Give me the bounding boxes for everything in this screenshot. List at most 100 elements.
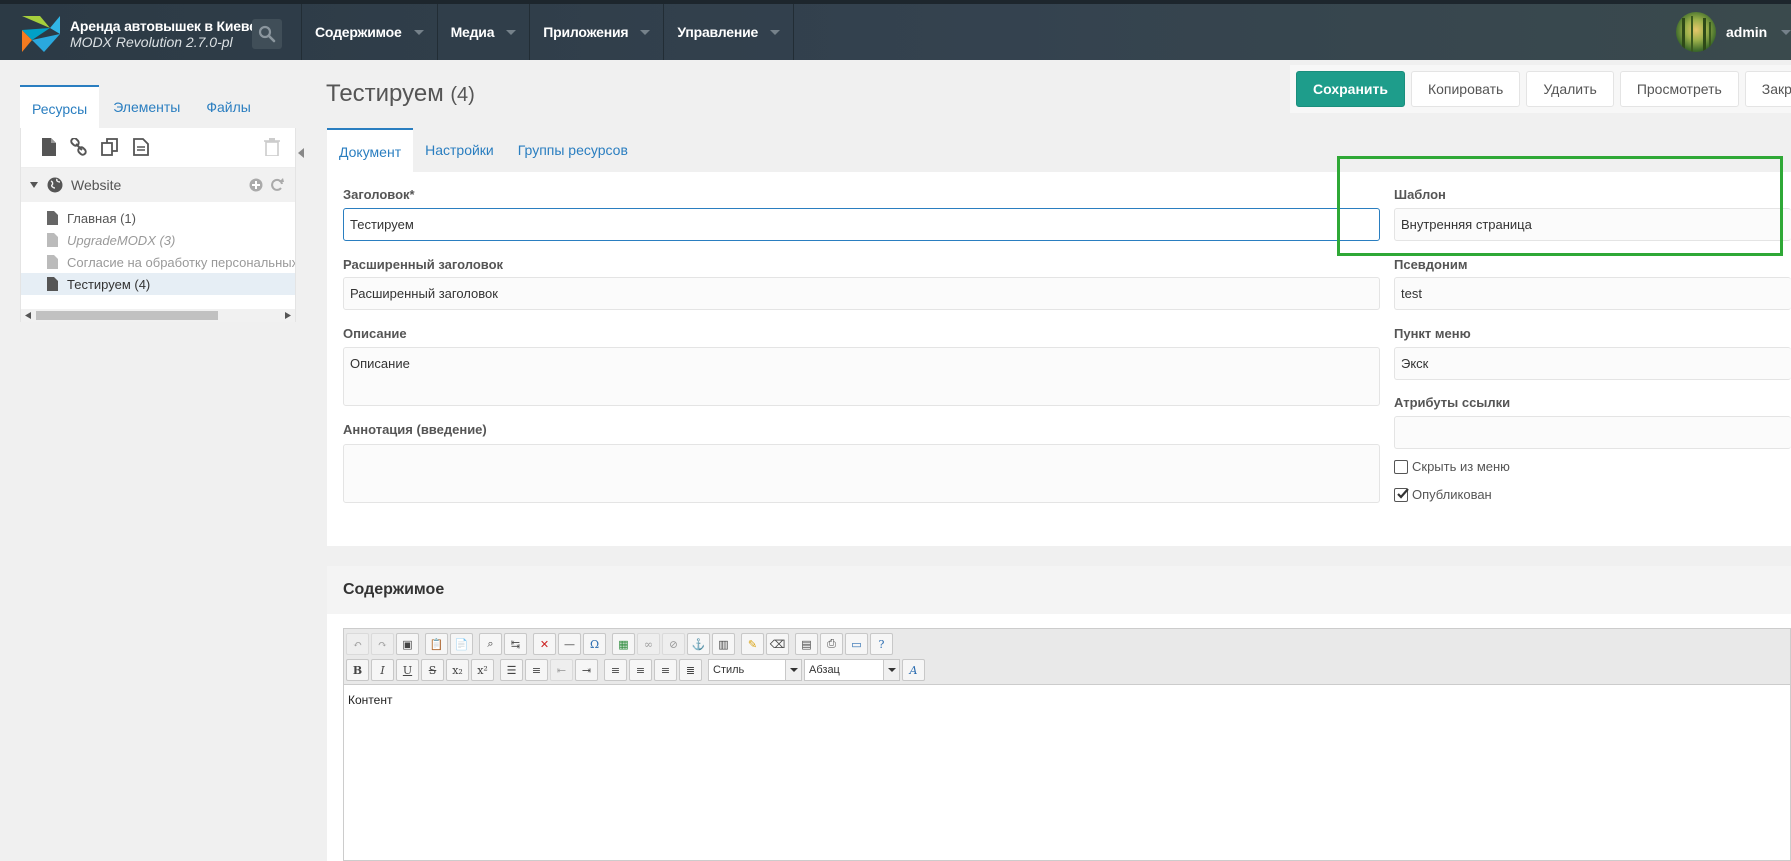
indent-icon[interactable]: ⇥ <box>575 659 598 681</box>
checkbox-box[interactable] <box>1394 459 1408 474</box>
tree-item-home[interactable]: Главная (1) <box>21 207 295 229</box>
eraser-icon[interactable]: ⌫ <box>766 633 789 655</box>
horizontal-rule-icon[interactable]: — <box>558 633 581 655</box>
tab-settings[interactable]: Настройки <box>413 128 506 172</box>
weblink-icon[interactable] <box>70 138 88 156</box>
delete-button[interactable]: Удалить <box>1526 71 1614 107</box>
unlink-icon[interactable]: ⊘ <box>662 633 685 655</box>
html-source-icon[interactable]: ▭ <box>845 633 868 655</box>
superscript-icon[interactable]: x² <box>471 659 494 681</box>
modx-logo-icon[interactable] <box>20 14 62 54</box>
select-all-icon[interactable]: ▣ <box>396 633 419 655</box>
template-icon[interactable]: ▤ <box>795 633 818 655</box>
tab-resources[interactable]: Ресурсы <box>20 85 100 128</box>
tab-resource-groups[interactable]: Группы ресурсов <box>506 128 640 172</box>
collapse-tree-icon[interactable] <box>296 146 306 160</box>
special-char-icon[interactable]: Ω <box>583 633 606 655</box>
view-button[interactable]: Просмотреть <box>1619 71 1739 107</box>
tree-item-testiruem[interactable]: Тестируем (4) <box>21 273 295 295</box>
modx-version: MODX Revolution 2.7.0-pl <box>70 34 233 50</box>
align-right-icon[interactable]: ≡ <box>654 659 677 681</box>
document-icon <box>47 255 58 269</box>
link-attributes-input[interactable] <box>1394 416 1791 449</box>
action-buttons: Сохранить Копировать Удалить Просмотреть… <box>1290 65 1791 113</box>
chevron-down-icon[interactable] <box>883 660 899 680</box>
cleanup-icon[interactable]: ✕ <box>533 633 556 655</box>
resource-tree-panel: Ресурсы Элементы Файлы Website Главная (… <box>20 85 296 322</box>
menu-apps[interactable]: Приложения <box>529 4 663 60</box>
editor-content[interactable]: Контент <box>344 685 1790 715</box>
style-select-value: Стиль <box>713 664 745 676</box>
help-icon[interactable]: ? <box>870 633 893 655</box>
bold-icon[interactable]: B <box>346 659 369 681</box>
style-brush-icon[interactable]: ✎ <box>741 633 764 655</box>
hidemenu-checkbox[interactable]: Скрыть из меню <box>1394 459 1510 474</box>
format-select[interactable]: Абзац <box>804 659 900 681</box>
tab-document[interactable]: Документ <box>327 128 414 172</box>
subscript-icon[interactable]: x₂ <box>446 659 469 681</box>
outdent-icon[interactable]: ⇤ <box>550 659 573 681</box>
link-icon[interactable]: ∞ <box>637 633 660 655</box>
new-document-icon[interactable] <box>41 138 57 156</box>
paste-word-icon[interactable]: 📄 <box>450 633 473 655</box>
tree-horizontal-scrollbar[interactable] <box>21 309 295 322</box>
menu-media[interactable]: Медиа <box>436 4 530 60</box>
scroll-right-icon[interactable] <box>285 312 291 319</box>
trash-icon[interactable] <box>264 138 280 156</box>
menu-apps-label: Приложения <box>543 24 629 40</box>
menu-content[interactable]: Содержимое <box>301 4 437 60</box>
align-center-icon[interactable]: ≡ <box>629 659 652 681</box>
search-button[interactable] <box>252 19 282 49</box>
italic-icon[interactable]: I <box>371 659 394 681</box>
bullet-list-icon[interactable]: ☰ <box>500 659 523 681</box>
longtitle-input[interactable]: Расширенный заголовок <box>343 277 1380 310</box>
site-title-block[interactable]: Аренда автовышек в Киеве MODX Revolution… <box>70 18 257 50</box>
chevron-down-icon[interactable] <box>785 660 801 680</box>
strikethrough-icon[interactable]: S <box>421 659 444 681</box>
close-button[interactable]: Закрыть <box>1744 71 1791 107</box>
align-justify-icon[interactable]: ≣ <box>679 659 702 681</box>
image-icon[interactable]: ▦ <box>612 633 635 655</box>
print-icon[interactable]: ⎙ <box>820 633 843 655</box>
scrollbar-thumb[interactable] <box>36 311 218 320</box>
menu-manage[interactable]: Управление <box>663 4 795 60</box>
checkbox-box[interactable] <box>1394 487 1409 502</box>
anchor-icon[interactable]: ⚓ <box>687 633 710 655</box>
refresh-icon[interactable] <box>270 178 284 192</box>
tree-root-website[interactable]: Website <box>21 168 295 202</box>
title-input[interactable]: Тестируем <box>343 208 1380 241</box>
search-replace-icon[interactable]: ⌕ <box>479 633 502 655</box>
editor-toolbar-row-1: ↶ ↷ ▣ 📋 📄 ⌕ ↹ ✕ — Ω ▦ ∞ ⊘ ⚓ ▥ ✎ ⌫ ▤ ⎙ ▭ … <box>346 632 895 656</box>
document-icon <box>47 233 58 247</box>
tree-item-label: UpgradeMODX (3) <box>67 232 176 248</box>
page-title-id: (4) <box>450 84 475 106</box>
tab-elements[interactable]: Элементы <box>101 85 192 128</box>
style-select[interactable]: Стиль <box>708 659 802 681</box>
alias-input[interactable]: test <box>1394 277 1791 310</box>
menutitle-input[interactable]: Экск <box>1394 347 1791 380</box>
page-title: Тестируем (4) <box>326 80 475 108</box>
static-resource-icon[interactable] <box>133 138 149 156</box>
save-button[interactable]: Сохранить <box>1296 71 1405 107</box>
numbered-list-icon[interactable]: ≡ <box>525 659 548 681</box>
tree-item-upgrademodx[interactable]: UpgradeMODX (3) <box>21 229 295 251</box>
description-textarea[interactable]: Описание <box>343 347 1380 406</box>
font-style-icon[interactable]: A <box>902 659 925 681</box>
user-menu[interactable]: admin <box>1676 12 1791 52</box>
introtext-textarea[interactable] <box>343 444 1380 503</box>
tree-item-consent[interactable]: Согласие на обработку персональных данны… <box>21 251 295 273</box>
symlink-icon[interactable] <box>101 138 119 156</box>
duplicate-button[interactable]: Копировать <box>1410 71 1521 107</box>
caret-down-icon[interactable] <box>29 180 39 190</box>
underline-icon[interactable]: U <box>396 659 419 681</box>
redo-icon[interactable]: ↷ <box>371 633 394 655</box>
scroll-left-icon[interactable] <box>25 312 31 319</box>
replace-icon[interactable]: ↹ <box>504 633 527 655</box>
paste-icon[interactable]: 📋 <box>425 633 448 655</box>
published-checkbox[interactable]: Опубликован <box>1394 487 1492 502</box>
align-left-icon[interactable]: ≡ <box>604 659 627 681</box>
tab-files[interactable]: Файлы <box>194 85 262 128</box>
undo-icon[interactable]: ↶ <box>346 633 369 655</box>
media-icon[interactable]: ▥ <box>712 633 735 655</box>
add-resource-icon[interactable] <box>249 178 263 192</box>
